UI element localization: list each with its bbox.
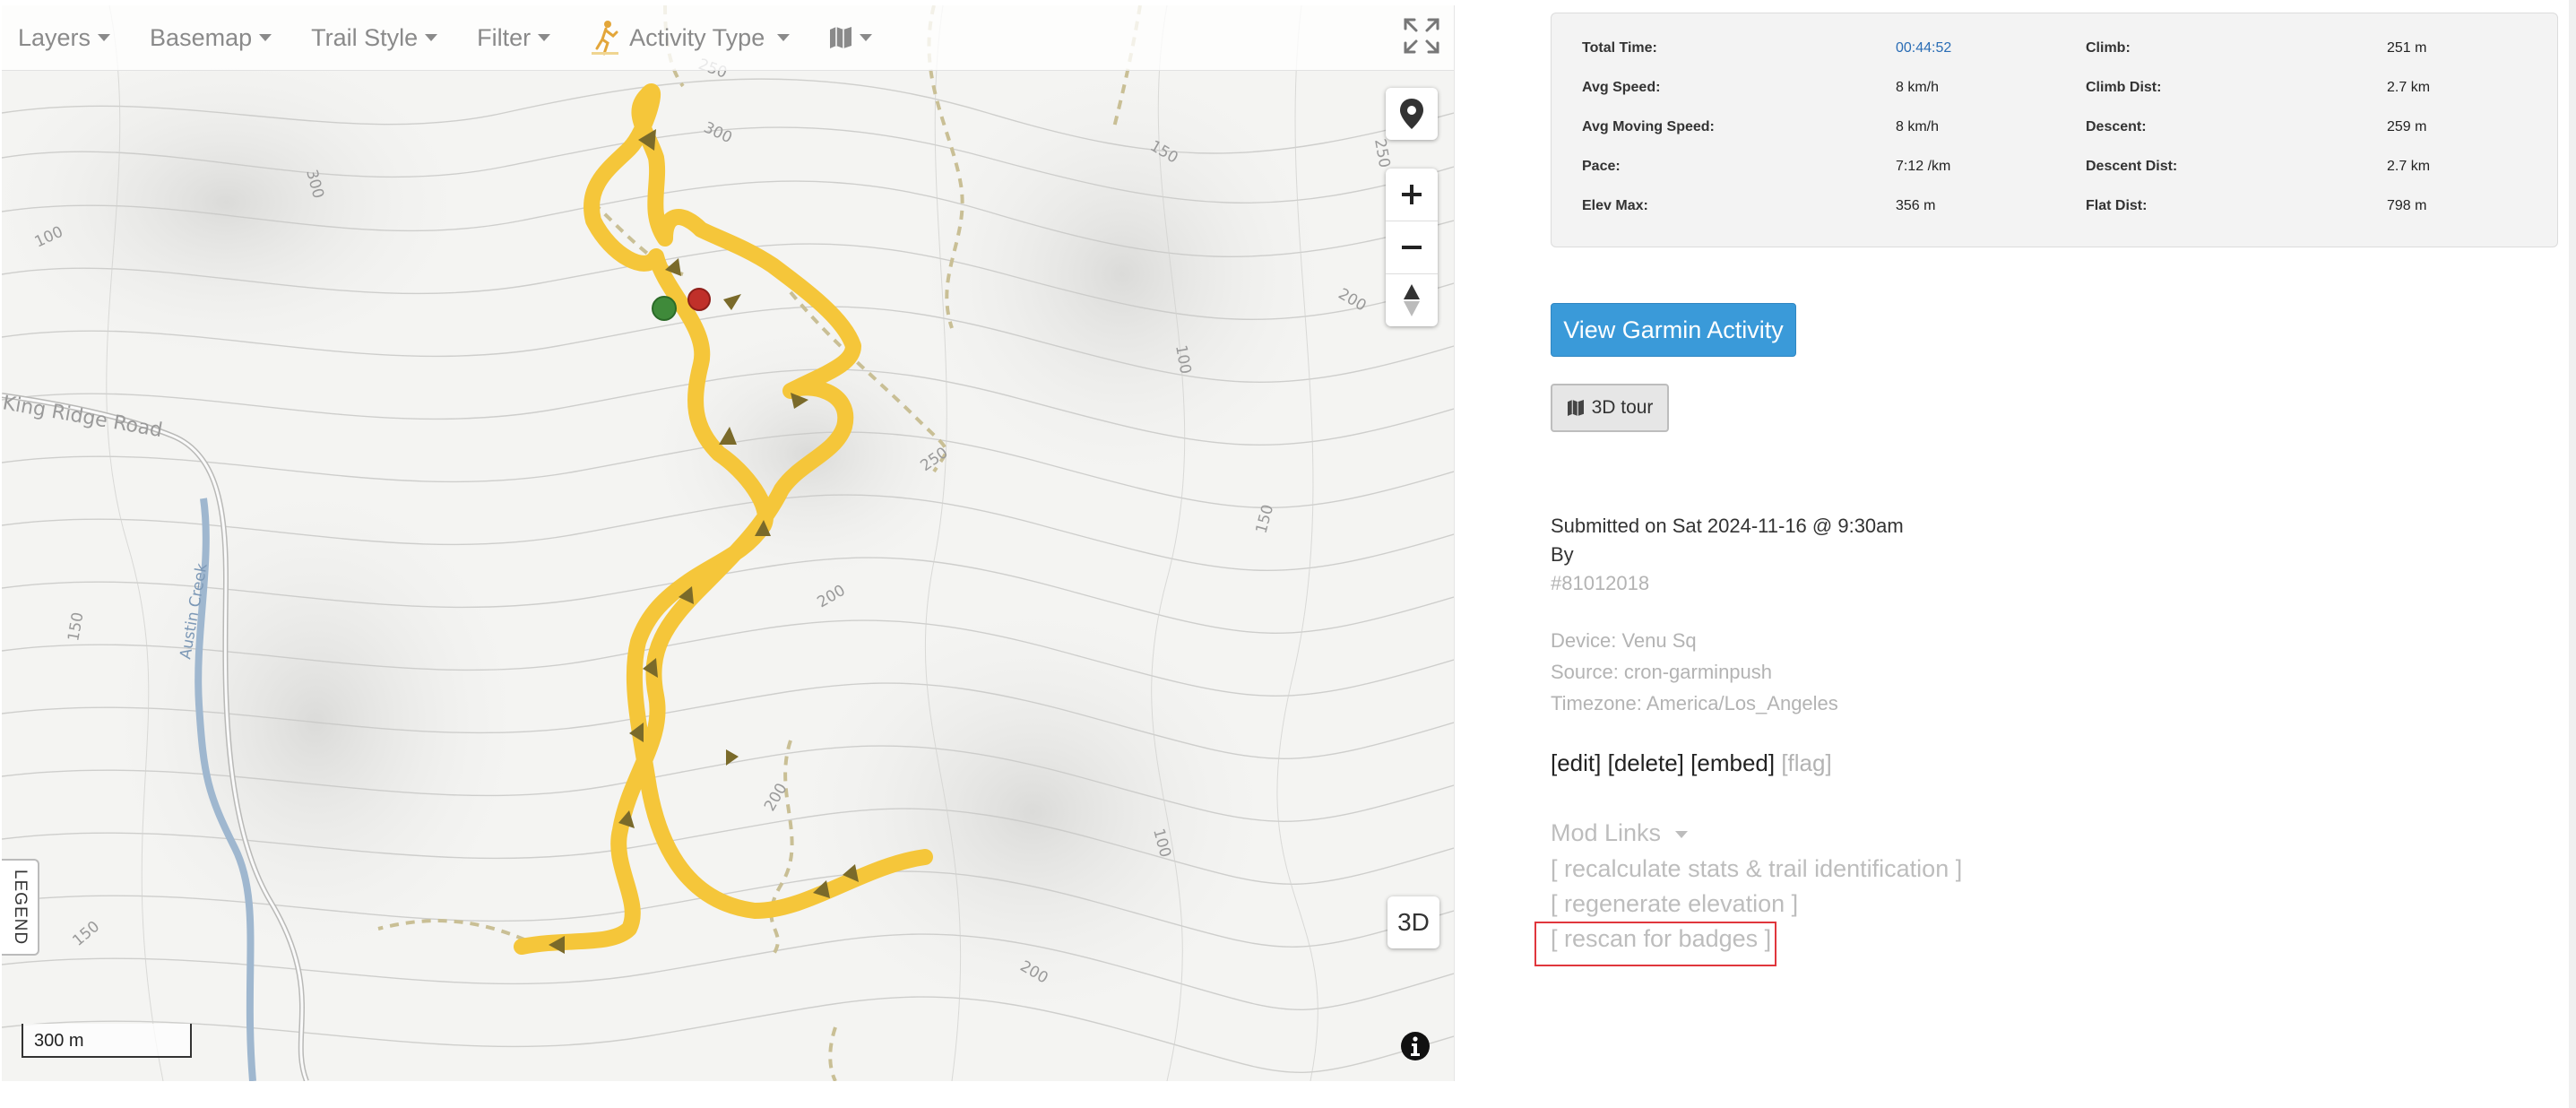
filter-menu[interactable]: Filter: [477, 23, 551, 52]
basemap-menu[interactable]: Basemap: [150, 24, 272, 52]
chevron-down-icon: [538, 34, 551, 41]
layers-label: Layers: [18, 23, 91, 51]
zoom-control: [1386, 169, 1438, 326]
chevron-down-icon: [425, 34, 438, 41]
avg-moving-speed-value: 8 km/h: [1896, 119, 1940, 134]
embed-link[interactable]: [embed]: [1690, 749, 1775, 776]
delete-link[interactable]: [delete]: [1608, 749, 1684, 776]
mod-links-label: Mod Links: [1551, 819, 1662, 846]
chevron-down-icon: [98, 34, 111, 41]
climb-dist-value: 2.7 km: [2387, 80, 2431, 95]
timezone-text: Timezone: America/Los_Angeles: [1551, 692, 1838, 714]
map-toolbar: Layers Basemap Trail Style Filter Activi…: [2, 5, 1454, 71]
map-3d-button[interactable]: 3D: [1387, 896, 1439, 948]
minus-icon: [1402, 246, 1422, 249]
trail-style-menu[interactable]: Trail Style: [311, 23, 438, 52]
descent-dist-label: Descent Dist:: [2086, 159, 2178, 174]
pace-value: 7:12 /km: [1896, 159, 1951, 174]
elev-max-label: Elev Max:: [1582, 198, 1648, 213]
view-garmin-activity-button[interactable]: View Garmin Activity: [1551, 303, 1796, 357]
chevron-down-icon: [1674, 830, 1688, 838]
3d-tour-label: 3D tour: [1591, 397, 1654, 418]
fullscreen-icon[interactable]: [1402, 16, 1441, 56]
activity-actions: [edit] [delete] [embed] [flag]: [1551, 749, 1832, 777]
hiker-icon: [592, 21, 619, 56]
pace-label: Pace:: [1582, 159, 1621, 174]
mod-links-menu[interactable]: Mod Links: [1551, 819, 1688, 847]
map-terrain: King Ridge Road Austin Creek 250 300 300…: [2, 5, 1454, 1081]
flag-link[interactable]: [flag]: [1781, 749, 1831, 776]
elev-max-value: 356 m: [1896, 198, 1936, 213]
descent-label: Descent:: [2086, 119, 2147, 134]
descent-dist-value: 2.7 km: [2387, 159, 2431, 174]
activity-type-menu[interactable]: Activity Type: [590, 20, 791, 56]
scale-label: 300 m: [34, 1031, 84, 1051]
legend-label: LEGEND: [11, 869, 30, 946]
climb-dist-label: Climb Dist:: [2086, 80, 2162, 95]
flat-dist-value: 798 m: [2387, 198, 2427, 213]
zoom-out-button[interactable]: [1386, 221, 1438, 273]
info-icon[interactable]: [1400, 1031, 1431, 1061]
chevron-down-icon: [259, 34, 272, 41]
device-text: Device: Venu Sq: [1551, 629, 1697, 652]
submitted-text: Submitted on Sat 2024-11-16 @ 9:30am: [1551, 515, 1904, 537]
filter-label: Filter: [477, 23, 532, 51]
edit-link[interactable]: [edit]: [1551, 749, 1601, 776]
climb-label: Climb:: [2086, 40, 2131, 56]
total-time-label: Total Time:: [1582, 40, 1657, 56]
scale-bar: 300 m: [22, 1024, 192, 1058]
avg-speed-label: Avg Speed:: [1582, 80, 1661, 95]
map-view[interactable]: King Ridge Road Austin Creek 250 300 300…: [2, 5, 1455, 1081]
avg-speed-value: 8 km/h: [1896, 80, 1940, 95]
3d-tour-button[interactable]: 3D tour: [1551, 384, 1669, 432]
compass-button[interactable]: [1386, 273, 1438, 326]
stats-panel: Total Time: 00:44:52 Avg Speed: 8 km/h A…: [1551, 13, 2558, 247]
descent-value: 259 m: [2387, 119, 2427, 134]
submitted-by: By: [1551, 543, 1574, 566]
avg-moving-speed-label: Avg Moving Speed:: [1582, 119, 1715, 134]
regenerate-elevation-link[interactable]: [ regenerate elevation ]: [1551, 890, 1798, 918]
map-icon: [1567, 400, 1584, 416]
source-text: Source: cron-garminpush: [1551, 661, 1773, 683]
recalculate-stats-link[interactable]: [ recalculate stats & trail identificati…: [1551, 855, 1962, 883]
climb-value: 251 m: [2387, 40, 2427, 56]
location-pin-icon: [1400, 99, 1423, 129]
scrollbar[interactable]: [2569, 0, 2576, 1108]
activity-type-label: Activity Type: [629, 23, 765, 51]
flat-dist-label: Flat Dist:: [2086, 198, 2148, 213]
plus-icon: [1402, 185, 1422, 204]
map-icon: [830, 27, 852, 48]
activity-id[interactable]: #81012018: [1551, 572, 1649, 595]
zoom-in-button[interactable]: [1386, 169, 1438, 221]
highlight-box: [1534, 922, 1776, 966]
locate-control: [1386, 88, 1438, 140]
map-style-menu[interactable]: [829, 27, 873, 48]
locate-button[interactable]: [1386, 88, 1438, 140]
total-time-value[interactable]: 00:44:52: [1896, 40, 1951, 56]
compass-icon: [1404, 284, 1420, 316]
chevron-down-icon: [860, 34, 873, 41]
trail-style-label: Trail Style: [311, 23, 419, 51]
layers-menu[interactable]: Layers: [18, 23, 111, 52]
basemap-label: Basemap: [150, 23, 253, 51]
chevron-down-icon: [777, 34, 791, 41]
legend-tab[interactable]: LEGEND: [2, 859, 39, 956]
